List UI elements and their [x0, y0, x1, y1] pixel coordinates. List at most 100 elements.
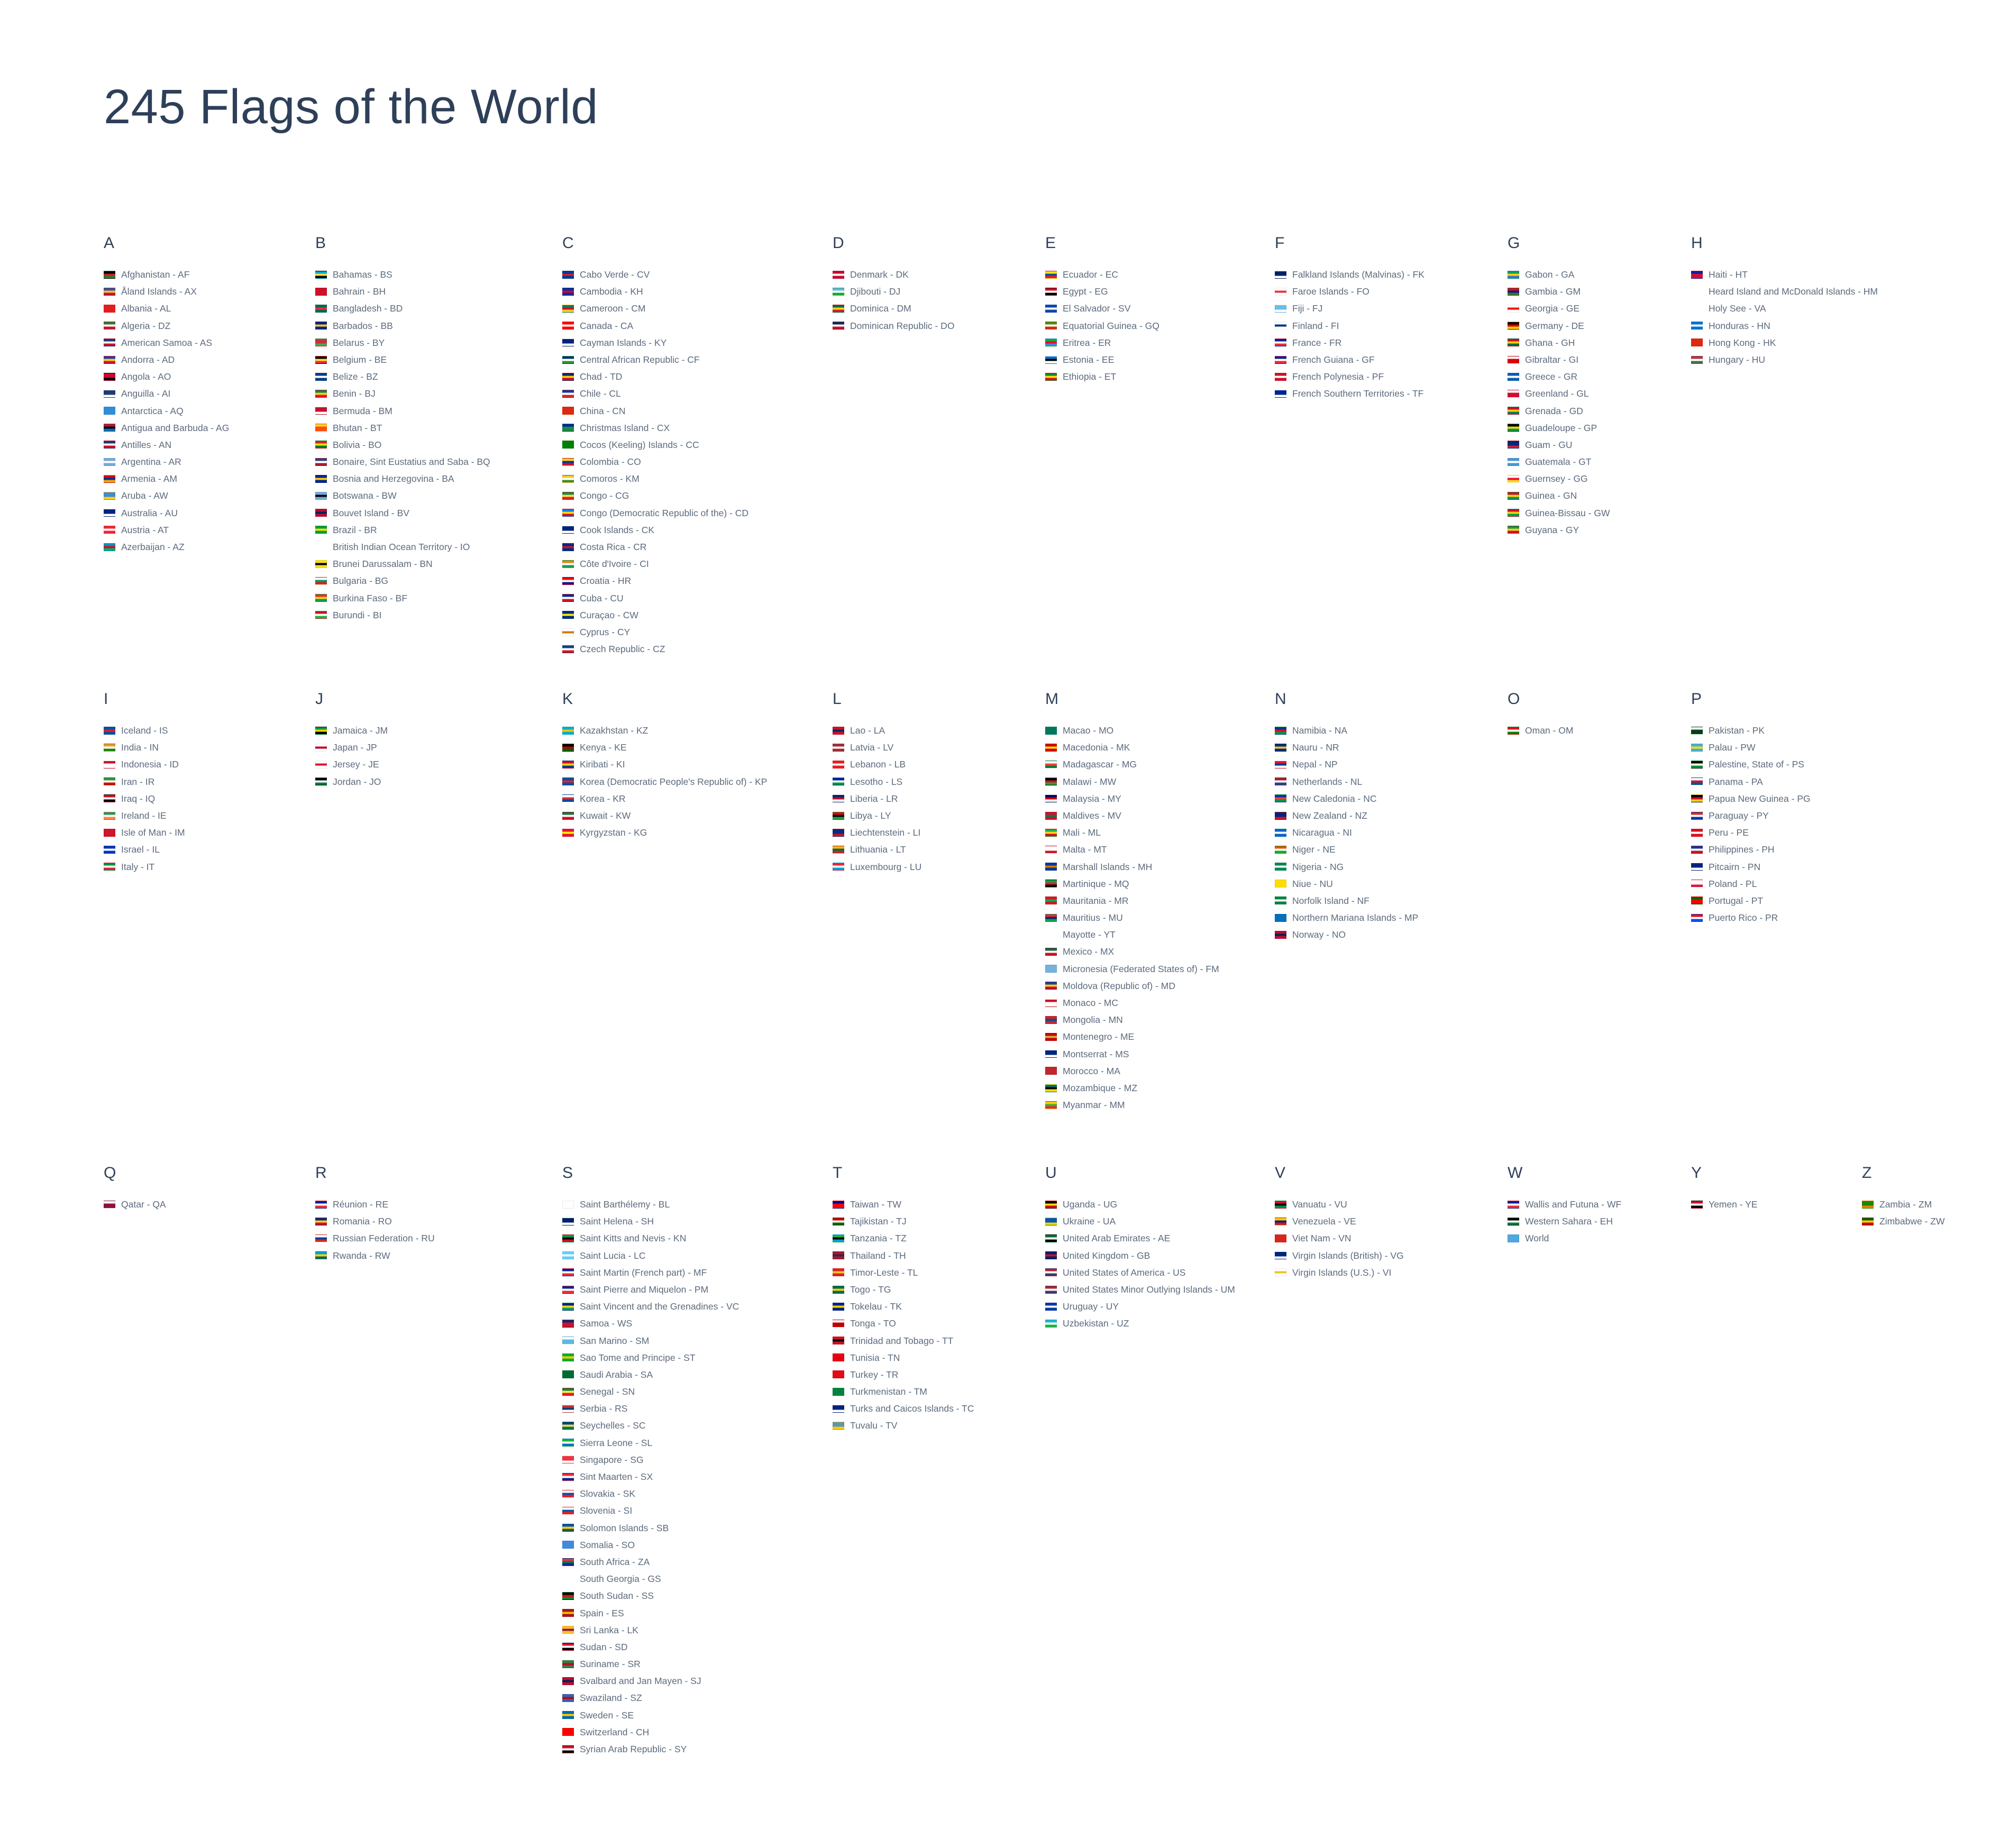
country-item[interactable]: Macao - MO [1045, 722, 1219, 739]
country-item[interactable]: Austria - AT [104, 522, 229, 538]
country-item[interactable]: Jordan - JO [315, 773, 388, 790]
country-item[interactable]: Bulgaria - BG [315, 572, 490, 589]
country-item[interactable]: Burkina Faso - BF [315, 590, 490, 607]
country-item[interactable]: Jersey - JE [315, 756, 388, 773]
country-item[interactable]: Antigua and Barbuda - AG [104, 419, 229, 436]
country-item[interactable]: Western Sahara - EH [1508, 1213, 1621, 1230]
country-item[interactable]: Kyrgyzstan - KG [562, 824, 767, 841]
country-item[interactable]: Palestine, State of - PS [1691, 756, 1811, 773]
country-item[interactable]: Senegal - SN [562, 1383, 739, 1400]
country-item[interactable]: Antarctica - AQ [104, 402, 229, 419]
country-item[interactable]: Qatar - QA [104, 1196, 166, 1213]
country-item[interactable]: Gabon - GA [1508, 266, 1610, 283]
country-item[interactable]: Denmark - DK [833, 266, 954, 283]
country-item[interactable]: Luxembourg - LU [833, 858, 921, 875]
country-item[interactable]: Maldives - MV [1045, 807, 1219, 824]
country-item[interactable]: Belgium - BE [315, 351, 490, 368]
country-item[interactable]: Bahamas - BS [315, 266, 490, 283]
country-item[interactable]: United Kingdom - GB [1045, 1247, 1235, 1264]
country-item[interactable]: Sudan - SD [562, 1639, 739, 1655]
country-item[interactable]: Liechtenstein - LI [833, 824, 921, 841]
country-item[interactable]: Mali - ML [1045, 824, 1219, 841]
country-item[interactable]: Marshall Islands - MH [1045, 858, 1219, 875]
country-item[interactable]: Guam - GU [1508, 436, 1610, 453]
country-item[interactable]: Svalbard and Jan Mayen - SJ [562, 1672, 739, 1689]
country-item[interactable]: Tajikistan - TJ [833, 1213, 974, 1230]
country-item[interactable]: Japan - JP [315, 739, 388, 756]
country-item[interactable]: Nicaragua - NI [1275, 824, 1418, 841]
country-item[interactable]: Gambia - GM [1508, 283, 1610, 300]
country-item[interactable]: Brazil - BR [315, 522, 490, 538]
country-item[interactable]: Canada - CA [562, 317, 748, 334]
country-item[interactable]: Botswana - BW [315, 487, 490, 504]
country-item[interactable]: Palau - PW [1691, 739, 1811, 756]
country-item[interactable]: United Arab Emirates - AE [1045, 1230, 1235, 1247]
country-item[interactable]: Nigeria - NG [1275, 858, 1418, 875]
country-item[interactable]: Turkey - TR [833, 1366, 974, 1383]
country-item[interactable]: Timor-Leste - TL [833, 1264, 974, 1281]
country-item[interactable]: Vanuatu - VU [1275, 1196, 1404, 1213]
country-item[interactable]: Antilles - AN [104, 436, 229, 453]
country-item[interactable]: Portugal - PT [1691, 892, 1811, 909]
country-item[interactable]: French Guiana - GF [1275, 351, 1424, 368]
country-item[interactable]: Benin - BJ [315, 385, 490, 402]
country-item[interactable]: Malawi - MW [1045, 773, 1219, 790]
country-item[interactable]: Guyana - GY [1508, 522, 1610, 538]
country-item[interactable]: Malta - MT [1045, 841, 1219, 858]
country-item[interactable]: Rwanda - RW [315, 1247, 435, 1264]
country-item[interactable]: Bahrain - BH [315, 283, 490, 300]
country-item[interactable]: Indonesia - ID [104, 756, 185, 773]
country-item[interactable]: World [1508, 1230, 1621, 1247]
country-item[interactable]: Slovakia - SK [562, 1485, 739, 1502]
country-item[interactable]: Ukraine - UA [1045, 1213, 1235, 1230]
country-item[interactable]: Lao - LA [833, 722, 921, 739]
country-item[interactable]: Uzbekistan - UZ [1045, 1315, 1235, 1332]
country-item[interactable]: Korea (Democratic People's Republic of) … [562, 773, 767, 790]
country-item[interactable]: Mauritius - MU [1045, 909, 1219, 926]
country-item[interactable]: American Samoa - AS [104, 334, 229, 351]
country-item[interactable]: Ireland - IE [104, 807, 185, 824]
country-item[interactable]: Andorra - AD [104, 351, 229, 368]
country-item[interactable]: Saint Lucia - LC [562, 1247, 739, 1264]
country-item[interactable]: Singapore - SG [562, 1451, 739, 1468]
country-item[interactable]: Cambodia - KH [562, 283, 748, 300]
country-item[interactable]: Viet Nam - VN [1275, 1230, 1404, 1247]
country-item[interactable]: Syrian Arab Republic - SY [562, 1741, 739, 1758]
country-item[interactable]: Iraq - IQ [104, 790, 185, 807]
country-item[interactable]: Sao Tome and Principe - ST [562, 1349, 739, 1366]
country-item[interactable]: Burundi - BI [315, 607, 490, 624]
country-item[interactable]: Réunion - RE [315, 1196, 435, 1213]
country-item[interactable]: Lebanon - LB [833, 756, 921, 773]
country-item[interactable]: Tokelau - TK [833, 1298, 974, 1315]
country-item[interactable]: Greenland - GL [1508, 385, 1610, 402]
country-item[interactable]: Venezuela - VE [1275, 1213, 1404, 1230]
country-item[interactable]: Cayman Islands - KY [562, 334, 748, 351]
country-item[interactable]: French Southern Territories - TF [1275, 385, 1424, 402]
country-item[interactable]: British Indian Ocean Territory - IO [315, 538, 490, 555]
country-item[interactable]: Chad - TD [562, 368, 748, 385]
country-item[interactable]: Saint Helena - SH [562, 1213, 739, 1230]
country-item[interactable]: Somalia - SO [562, 1536, 739, 1553]
country-item[interactable]: Guatemala - GT [1508, 453, 1610, 470]
country-item[interactable]: Puerto Rico - PR [1691, 909, 1811, 926]
country-item[interactable]: Estonia - EE [1045, 351, 1159, 368]
country-item[interactable]: Suriname - SR [562, 1655, 739, 1672]
country-item[interactable]: Georgia - GE [1508, 300, 1610, 317]
country-item[interactable]: United States Minor Outlying Islands - U… [1045, 1281, 1235, 1298]
country-item[interactable]: Bangladesh - BD [315, 300, 490, 317]
country-item[interactable]: Northern Mariana Islands - MP [1275, 909, 1418, 926]
country-item[interactable]: Guadeloupe - GP [1508, 419, 1610, 436]
country-item[interactable]: Saint Vincent and the Grenadines - VC [562, 1298, 739, 1315]
country-item[interactable]: Tuvalu - TV [833, 1417, 974, 1434]
country-item[interactable]: Cabo Verde - CV [562, 266, 748, 283]
country-item[interactable]: Dominica - DM [833, 300, 954, 317]
country-item[interactable]: Comoros - KM [562, 470, 748, 487]
country-item[interactable]: Sint Maarten - SX [562, 1468, 739, 1485]
country-item[interactable]: Ghana - GH [1508, 334, 1610, 351]
country-item[interactable]: Zimbabwe - ZW [1862, 1213, 1944, 1230]
country-item[interactable]: Iran - IR [104, 773, 185, 790]
country-item[interactable]: Egypt - EG [1045, 283, 1159, 300]
country-item[interactable]: Bhutan - BT [315, 419, 490, 436]
country-item[interactable]: Gibraltar - GI [1508, 351, 1610, 368]
country-item[interactable]: Wallis and Futuna - WF [1508, 1196, 1621, 1213]
